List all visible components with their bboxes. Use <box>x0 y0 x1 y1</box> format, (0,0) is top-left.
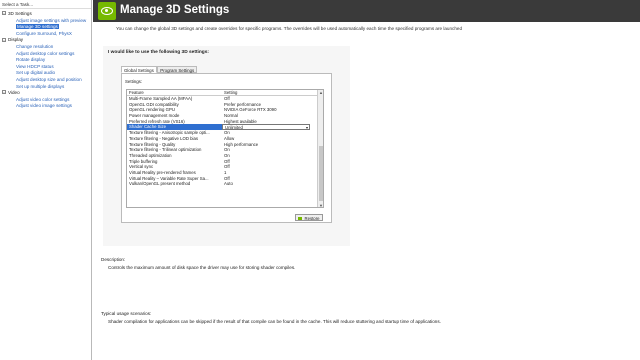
usage-text: Shader compilation for applications can … <box>108 319 441 324</box>
setting-value: Allow <box>224 135 235 141</box>
description-text: Controls the maximum amount of disk spac… <box>108 265 296 270</box>
page-header: Manage 3D Settings <box>93 0 640 22</box>
tree-item[interactable]: View HDCP status <box>0 64 91 71</box>
setting-value: Highest available <box>224 118 257 124</box>
scroll-down-icon[interactable]: ▼ <box>318 203 323 207</box>
tab-global-settings[interactable]: Global Settings <box>121 66 157 73</box>
tree-label: Configure Surround, PhysX <box>16 30 72 36</box>
setting-value: Prefer performance <box>224 101 262 107</box>
setting-value: On <box>224 130 230 136</box>
tree-item[interactable]: Adjust image settings with preview <box>0 18 91 25</box>
tree-label: View HDCP status <box>16 63 54 69</box>
tree-label: Set up digital audio <box>16 70 56 76</box>
task-tree: −3D Settings Adjust image settings with p… <box>0 9 91 110</box>
collapse-icon[interactable]: − <box>2 11 6 16</box>
eye-icon <box>101 7 113 15</box>
setting-dropdown[interactable]: Unlimited ▾ <box>222 124 310 131</box>
grid-rows: Multi-Frame Sampled AA (MFAA) Off OpenGL G… <box>127 96 323 187</box>
setting-value: 1 <box>224 169 227 175</box>
tree-label: Adjust desktop size and position <box>16 76 82 82</box>
scroll-thumb[interactable] <box>319 146 323 201</box>
chevron-down-icon[interactable]: ▾ <box>306 125 308 129</box>
tree-item[interactable]: Manage 3D settings <box>0 24 91 31</box>
intro-text: You can change the global 3D settings an… <box>116 26 462 31</box>
settings-grid: Feature Setting Multi-Frame Sampled AA (… <box>126 89 324 208</box>
tree-label: Change resolution <box>16 43 54 49</box>
tree-item[interactable]: Adjust video color settings <box>0 97 91 104</box>
setting-value: Off <box>224 96 230 101</box>
tree-label: Adjust desktop color settings <box>16 50 75 56</box>
restore-button[interactable]: Restore <box>295 214 323 221</box>
main-content: Manage 3D Settings You can change the gl… <box>93 0 640 360</box>
task-pane-title: Select a Task... <box>0 0 91 9</box>
tree-item[interactable]: Adjust video image settings <box>0 103 91 110</box>
tree-item[interactable]: Set up digital audio <box>0 70 91 77</box>
tree-label: Adjust video image settings <box>16 103 72 109</box>
setting-value: Off <box>224 175 230 181</box>
setting-value: Auto <box>224 181 233 187</box>
tab-program-settings[interactable]: Program Settings <box>157 66 198 73</box>
tree-label: Rotate display <box>16 57 46 63</box>
tree-label: Adjust video color settings <box>16 96 70 102</box>
tree-label: Set up multiple displays <box>16 83 65 89</box>
tree-category[interactable]: − Video <box>0 90 91 97</box>
nvidia-small-icon <box>298 217 303 221</box>
tree-item[interactable]: Rotate display <box>0 57 91 64</box>
usage-label: Typical usage scenarios: <box>101 311 152 316</box>
setting-cell: Auto <box>222 181 310 187</box>
tree-label: Video <box>8 90 20 96</box>
tree-item[interactable]: Adjust desktop size and position <box>0 77 91 84</box>
setting-value: High performance <box>224 141 259 147</box>
vertical-scrollbar[interactable]: ▲ ▼ <box>317 90 323 207</box>
nvidia-logo-icon <box>98 2 116 20</box>
tree-label: Manage 3D settings <box>16 24 59 30</box>
tree-item[interactable]: Adjust desktop color settings <box>0 51 91 58</box>
settings-panel: I would like to use the following 3D set… <box>103 46 350 246</box>
tree-item[interactable]: Set up multiple displays <box>0 84 91 91</box>
scroll-up-icon[interactable]: ▲ <box>318 90 323 96</box>
tree-label: Adjust image settings with preview <box>16 17 87 23</box>
tree-item[interactable]: Change resolution <box>0 44 91 51</box>
setting-value: Normal <box>224 113 238 119</box>
setting-value: Off <box>224 158 230 164</box>
table-row[interactable]: Vulkan/OpenGL present method Auto <box>127 181 323 187</box>
setting-value: Unlimited <box>225 125 243 131</box>
feature-cell: Vulkan/OpenGL present method <box>129 181 191 187</box>
settings-label: Settings: <box>125 79 143 84</box>
restore-label: Restore <box>304 216 320 221</box>
tree-label: Display <box>8 37 24 43</box>
collapse-icon[interactable]: − <box>2 37 6 42</box>
setting-value: Off <box>224 164 230 170</box>
collapse-icon[interactable]: − <box>2 90 6 95</box>
tree-item[interactable]: Configure Surround, PhysX <box>0 31 91 38</box>
description-label: Description: <box>101 257 126 262</box>
task-pane: Select a Task... −3D Settings Adjust imag… <box>0 0 92 360</box>
tree-label: 3D Settings <box>8 11 32 16</box>
panel-heading: I would like to use the following 3D set… <box>108 50 210 55</box>
column-header-feature[interactable]: Feature <box>127 90 222 95</box>
setting-value: On <box>224 152 230 158</box>
page-title: Manage 3D Settings <box>120 4 230 16</box>
setting-value: On <box>224 147 230 153</box>
setting-value: NVIDIA GeForce RTX 3090 <box>224 107 277 113</box>
settings-tabs: Global Settings Program Settings <box>121 66 198 73</box>
tab-body: Settings: Feature Setting Multi-Frame Sa… <box>121 73 332 223</box>
column-header-setting[interactable]: Setting <box>222 90 310 95</box>
tree-category[interactable]: −3D Settings <box>0 11 91 18</box>
tree-category[interactable]: − Display <box>0 37 91 44</box>
